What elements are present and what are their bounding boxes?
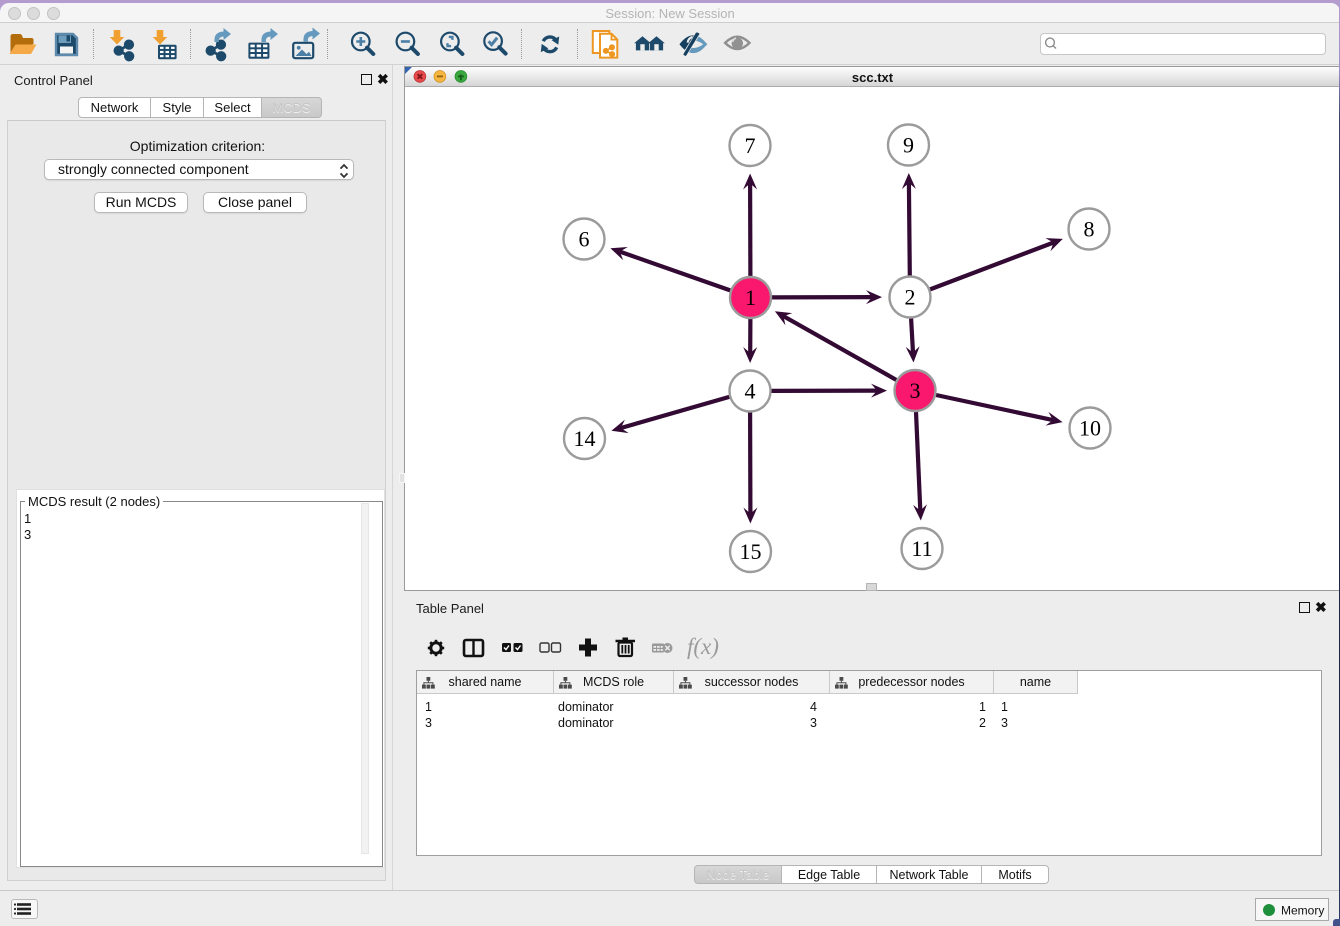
svg-text:Memory: Memory: [1281, 904, 1324, 918]
svg-text:3: 3: [910, 378, 921, 403]
svg-text:7: 7: [745, 133, 756, 158]
svg-text:15: 15: [740, 539, 762, 564]
svg-text:9: 9: [903, 133, 914, 158]
svg-text:f(x): f(x): [687, 634, 719, 659]
svg-text:4: 4: [745, 379, 756, 404]
svg-text:8: 8: [1084, 217, 1095, 242]
svg-text:2: 2: [905, 285, 916, 310]
svg-text:11: 11: [911, 536, 932, 561]
svg-text:10: 10: [1079, 416, 1101, 441]
svg-text:6: 6: [579, 227, 590, 252]
svg-text:14: 14: [574, 426, 596, 451]
svg-text:1: 1: [745, 285, 756, 310]
